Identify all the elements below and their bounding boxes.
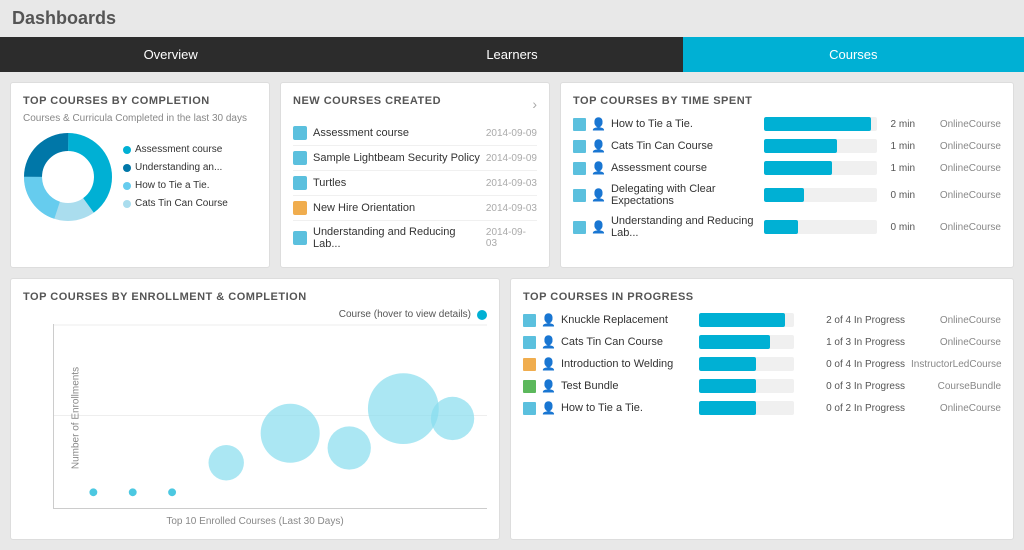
course-icon [573, 162, 586, 175]
list-item: Sample Lightbeam Security Policy 2014-09… [293, 146, 537, 171]
new-courses-title: NEW COURSES CREATED [293, 95, 441, 107]
course-icon [573, 189, 586, 202]
enrollment-chart-wrapper: Number of Enrollments 5 2.5 0 [23, 324, 487, 512]
donut-legend: Assessment course Understanding an... Ho… [123, 141, 228, 213]
completion-subtitle: Courses & Curricula Completed in the las… [23, 113, 257, 124]
course-type-icon [293, 231, 307, 245]
list-item: 👤How to Tie a Tie. 2 min OnlineCourse [573, 113, 1001, 135]
course-icon [523, 402, 536, 415]
card-time-spent: TOP COURSES BY TIME SPENT 👤How to Tie a … [560, 82, 1014, 268]
completion-title: TOP COURSES BY COMPLETION [23, 95, 257, 107]
card-new-courses: NEW COURSES CREATED › Assessment course … [280, 82, 550, 268]
list-item: 👤How to Tie a Tie. 0 of 2 In Progress On… [523, 397, 1001, 419]
donut-container: Assessment course Understanding an... Ho… [23, 132, 257, 222]
list-item: 👤Knuckle Replacement 2 of 4 In Progress … [523, 309, 1001, 331]
course-icon [523, 358, 536, 371]
list-item: Assessment course 2014-09-09 [293, 121, 537, 146]
course-type-icon [293, 126, 307, 140]
tab-bar: Overview Learners Courses [0, 37, 1024, 72]
list-item: 👤Delegating with Clear Expectations 0 mi… [573, 179, 1001, 211]
card-in-progress: TOP COURSES IN PROGRESS 👤Knuckle Replace… [510, 278, 1014, 540]
card-enrollment: TOP COURSES BY ENROLLMENT & COMPLETION C… [10, 278, 500, 540]
dashboard: TOP COURSES BY COMPLETION Courses & Curr… [0, 72, 1024, 550]
enrollment-legend: Course (hover to view details) [23, 309, 487, 320]
tab-courses[interactable]: Courses [683, 37, 1024, 72]
tab-learners[interactable]: Learners [341, 37, 682, 72]
list-item: Understanding and Reducing Lab... 2014-0… [293, 221, 537, 255]
list-item: 👤Cats Tin Can Course 1 min OnlineCourse [573, 135, 1001, 157]
in-progress-title: TOP COURSES IN PROGRESS [523, 291, 1001, 303]
list-item: 👤Introduction to Welding 0 of 4 In Progr… [523, 353, 1001, 375]
row-top: TOP COURSES BY COMPLETION Courses & Curr… [10, 82, 1014, 268]
course-type-icon [293, 176, 307, 190]
x-axis-label: Top 10 Enrolled Courses (Last 30 Days) [23, 516, 487, 527]
new-courses-list: Assessment course 2014-09-09 Sample Ligh… [293, 121, 537, 255]
next-arrow-icon[interactable]: › [532, 96, 537, 112]
page-title: Dashboards [0, 0, 1024, 37]
time-spent-list: 👤How to Tie a Tie. 2 min OnlineCourse 👤C… [573, 113, 1001, 243]
enrollment-title: TOP COURSES BY ENROLLMENT & COMPLETION [23, 291, 487, 303]
time-spent-title: TOP COURSES BY TIME SPENT [573, 95, 1001, 107]
list-item: New Hire Orientation 2014-09-03 [293, 196, 537, 221]
card-completion: TOP COURSES BY COMPLETION Courses & Curr… [10, 82, 270, 268]
tab-overview[interactable]: Overview [0, 37, 341, 72]
donut-chart [23, 132, 113, 222]
row-bottom: TOP COURSES BY ENROLLMENT & COMPLETION C… [10, 278, 1014, 540]
course-icon [523, 380, 536, 393]
in-progress-list: 👤Knuckle Replacement 2 of 4 In Progress … [523, 309, 1001, 419]
course-icon [573, 140, 586, 153]
course-icon [523, 314, 536, 327]
list-item: 👤Assessment course 1 min OnlineCourse [573, 157, 1001, 179]
course-type-icon [293, 201, 307, 215]
course-icon [573, 118, 586, 131]
list-item: Turtles 2014-09-03 [293, 171, 537, 196]
legend-circle-icon [477, 310, 487, 320]
list-item: 👤Cats Tin Can Course 1 of 3 In Progress … [523, 331, 1001, 353]
course-icon [573, 221, 586, 234]
list-item: 👤Test Bundle 0 of 3 In Progress CourseBu… [523, 375, 1001, 397]
course-icon [523, 336, 536, 349]
y-axis-label: Number of Enrollments [71, 367, 82, 469]
list-item: 👤Understanding and Reducing Lab... 0 min… [573, 211, 1001, 243]
course-type-icon [293, 151, 307, 165]
new-courses-header: NEW COURSES CREATED › [293, 95, 537, 113]
enrollment-chart: 5 2.5 0 [53, 324, 487, 509]
